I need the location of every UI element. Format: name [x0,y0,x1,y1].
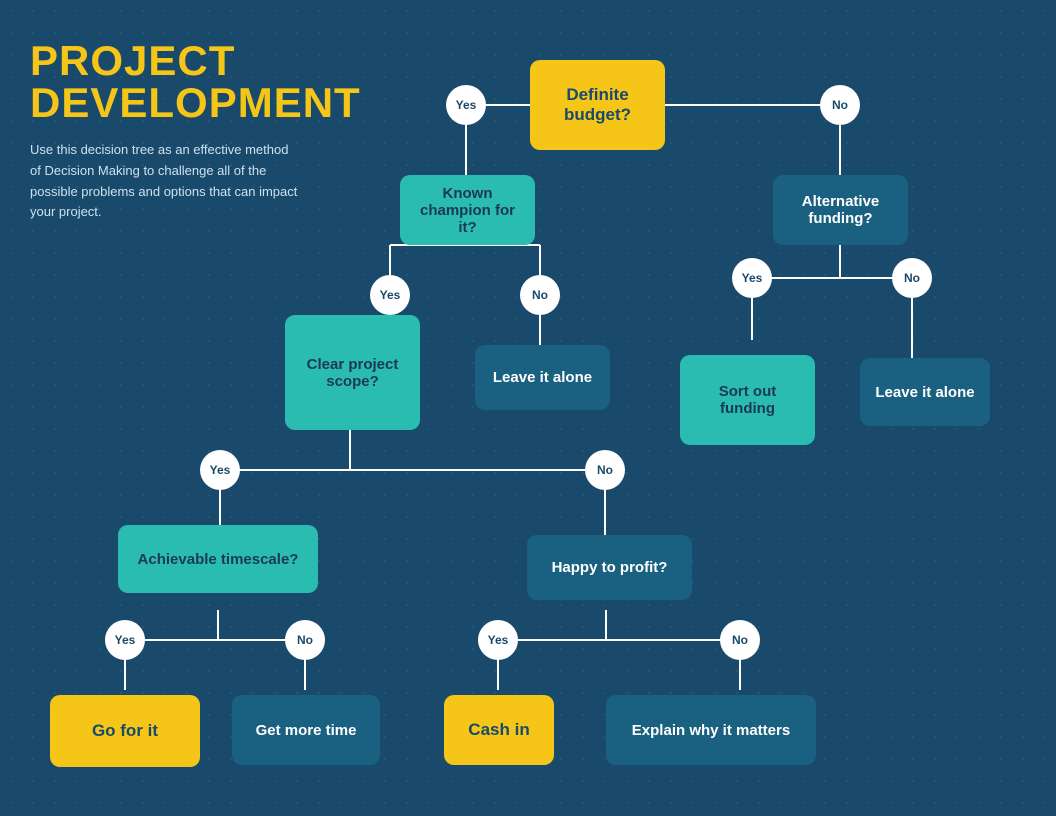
title-area: PROJECT DEVELOPMENT Use this decision tr… [30,40,300,223]
node-clear-project-scope: Clear project scope? [285,315,420,430]
node-leave-it-alone-1: Leave it alone [475,345,610,410]
node-achievable-timescale: Achievable timescale? [118,525,318,593]
circle-no-scope-right: No [585,450,625,490]
node-leave-it-alone-2: Leave it alone [860,358,990,426]
node-definite-budget: Definite budget? [530,60,665,150]
node-known-champion: Known champion for it? [400,175,535,245]
node-sort-out-funding: Sort out funding [680,355,815,445]
circle-no-alt-right: No [892,258,932,298]
node-explain-why: Explain why it matters [606,695,816,765]
circle-yes-profit-left: Yes [478,620,518,660]
circle-yes-achievable-left: Yes [105,620,145,660]
node-get-more-time: Get more time [232,695,380,765]
title-description: Use this decision tree as an effective m… [30,140,300,223]
node-go-for-it: Go for it [50,695,200,767]
circle-no-profit-right: No [720,620,760,660]
circle-yes-alt-left: Yes [732,258,772,298]
circle-no-top: No [820,85,860,125]
page-container: PROJECT DEVELOPMENT Use this decision tr… [0,0,1056,816]
node-happy-to-profit: Happy to profit? [527,535,692,600]
circle-yes-top: Yes [446,85,486,125]
circle-yes-scope-left: Yes [200,450,240,490]
node-cash-in: Cash in [444,695,554,765]
title-line1: PROJECT DEVELOPMENT [30,40,300,124]
circle-no-champion-right: No [520,275,560,315]
circle-no-achievable-right: No [285,620,325,660]
node-alternative-funding: Alternative funding? [773,175,908,245]
circle-yes-champion-left: Yes [370,275,410,315]
